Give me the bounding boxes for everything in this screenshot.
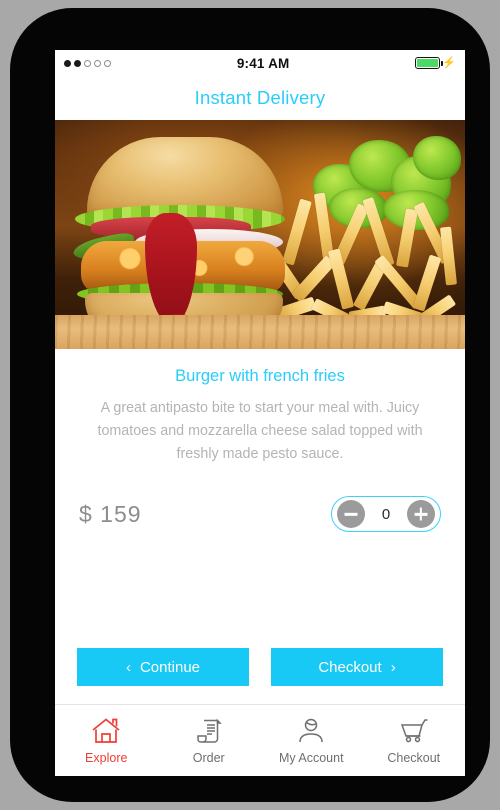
tab-checkout-label: Checkout: [387, 750, 441, 765]
tab-order-label: Order: [192, 750, 225, 765]
battery-status: ⚡: [415, 57, 456, 69]
signal-dot-empty: [94, 59, 101, 67]
person-icon: [296, 717, 326, 745]
tab-explore-label: Explore: [85, 750, 128, 765]
product-name: Burger with french fries: [175, 367, 345, 385]
tab-explore[interactable]: Explore: [55, 717, 158, 765]
signal-strength-indicator: [64, 59, 111, 67]
phone-screen: 9:41 AM ⚡ Instant Delivery Burger with f…: [55, 50, 465, 776]
tab-order[interactable]: Order: [158, 717, 261, 765]
product-hero-image: [55, 120, 465, 349]
signal-dot-empty: [104, 59, 111, 67]
quantity-value: 0: [381, 505, 391, 523]
signal-dot-filled: [74, 59, 81, 67]
cart-icon: [399, 717, 429, 745]
quantity-stepper: 0: [331, 496, 441, 533]
battery-fill: [417, 59, 439, 67]
tab-my-account[interactable]: My Account: [260, 717, 363, 765]
phone-frame: 9:41 AM ⚡ Instant Delivery Burger with f…: [10, 8, 490, 802]
screenshot-stage: 9:41 AM ⚡ Instant Delivery Burger with f…: [0, 0, 500, 810]
tab-checkout[interactable]: Checkout: [363, 717, 466, 765]
document-icon: [194, 717, 224, 745]
page-title: Instant Delivery: [194, 87, 326, 108]
status-time: 9:41 AM: [236, 55, 290, 71]
chevron-left-icon: ‹: [125, 658, 131, 676]
action-buttons: ‹ Continue Checkout ›: [77, 648, 443, 686]
status-bar: 9:41 AM ⚡: [55, 50, 465, 76]
product-price: $ 159: [79, 500, 142, 527]
chevron-right-icon: ›: [390, 658, 396, 676]
checkout-button[interactable]: Checkout ›: [271, 648, 443, 686]
french-fries: [264, 192, 463, 333]
burger-illustration: [69, 137, 297, 337]
decrease-quantity-button[interactable]: [337, 500, 365, 529]
home-icon: [91, 717, 121, 745]
wooden-table-surface: [55, 315, 465, 349]
bottom-tab-bar: Explore Order My Account Checkout: [55, 704, 465, 776]
lightning-bolt-icon: ⚡: [442, 56, 456, 69]
app-header: Instant Delivery: [55, 76, 465, 120]
checkout-button-label: Checkout: [318, 658, 382, 676]
tab-my-account-label: My Account: [278, 750, 344, 765]
product-description: A great antipasto bite to start your mea…: [97, 400, 423, 463]
battery-icon: [415, 57, 443, 69]
increase-quantity-button[interactable]: [407, 500, 435, 529]
continue-button[interactable]: ‹ Continue: [77, 648, 249, 686]
signal-dot-filled: [64, 59, 71, 67]
price-and-quantity-row: $ 159 0: [79, 496, 441, 533]
product-details: Burger with french fries A great antipas…: [55, 349, 465, 704]
signal-dot-empty: [84, 59, 91, 67]
continue-button-label: Continue: [139, 658, 201, 676]
